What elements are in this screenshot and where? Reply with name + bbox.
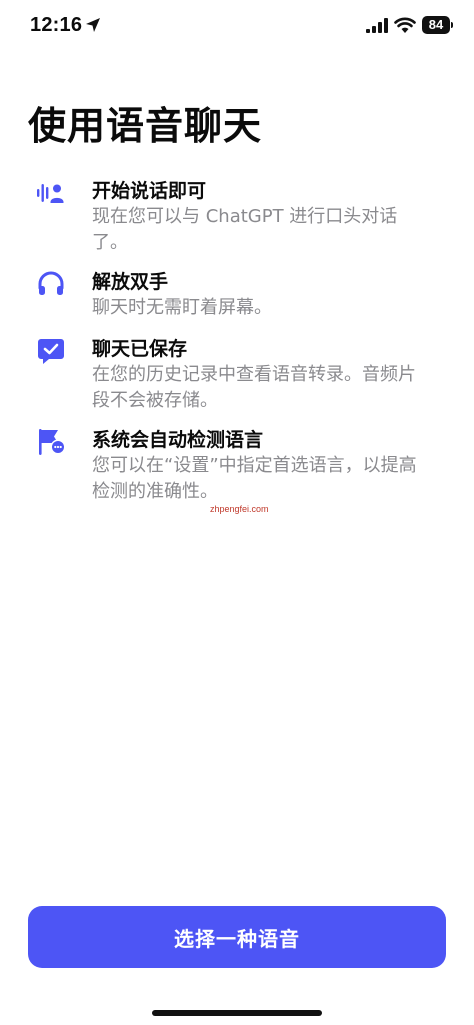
cellular-signal-icon [366, 18, 388, 33]
wifi-icon [394, 17, 416, 33]
page-title: 使用语音聊天 [28, 104, 263, 148]
feature-description: 现在您可以与 ChatGPT 进行口头对话了。 [92, 206, 398, 253]
voice-wave-person-icon [37, 184, 64, 203]
choose-language-button[interactable]: 选择一种语音 [28, 906, 446, 968]
feature-title: 聊天已保存 [92, 338, 188, 360]
feature-description: 在您的历史记录中查看语音转录。音频片段不会被存储。 [92, 364, 416, 411]
feature-description: 您可以在“设置”中指定首选语言，以提高检测的准确性。 [92, 455, 417, 502]
status-bar: 12:16 84 [0, 0, 474, 52]
feature-item-chats-saved: 聊天已保存 在您的历史记录中查看语音转录。音频片段不会被存储。 [36, 334, 436, 414]
flag-chat-icon [39, 429, 66, 455]
watermark-text: zhpengfei.com [210, 504, 269, 514]
feature-title: 开始说话即可 [92, 180, 207, 202]
feature-item-hands-free: 解放双手 聊天时无需盯着屏幕。 [36, 267, 436, 323]
location-arrow-icon [86, 18, 100, 32]
battery-tip [451, 22, 453, 28]
feature-title: 解放双手 [92, 271, 169, 293]
battery-indicator: 84 [422, 16, 450, 34]
chat-check-icon [38, 339, 64, 364]
status-time: 12:16 [30, 14, 83, 36]
home-indicator[interactable] [152, 1010, 322, 1016]
feature-description: 聊天时无需盯着屏幕。 [92, 297, 272, 318]
headphones-icon [38, 271, 64, 295]
feature-item-auto-language: 系统会自动检测语言 您可以在“设置”中指定首选语言，以提高检测的准确性。 [36, 425, 436, 505]
feature-item-start-talking: 开始说话即可 现在您可以与 ChatGPT 进行口头对话了。 [36, 176, 436, 256]
feature-title: 系统会自动检测语言 [92, 429, 264, 451]
